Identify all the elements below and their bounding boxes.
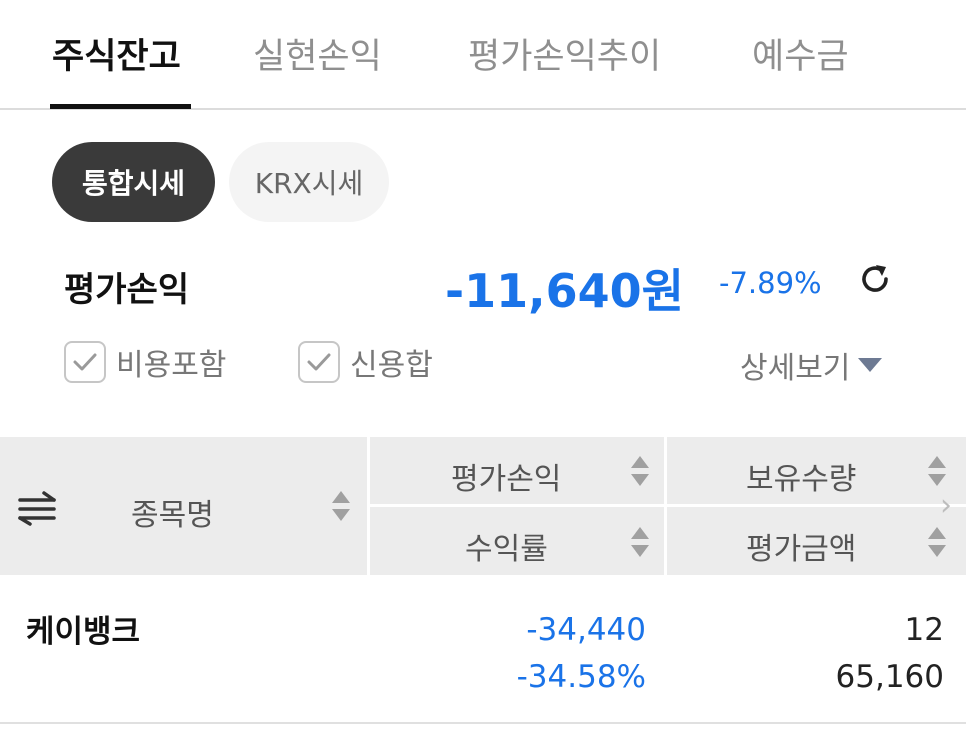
column-settings-icon[interactable]: [16, 490, 58, 526]
column-header-eval-amount[interactable]: 평가금액: [746, 524, 856, 568]
sort-icon[interactable]: [331, 489, 351, 523]
tab-bar: 주식잔고 실현손익 평가손익추이 예수금: [0, 0, 966, 110]
column-header-quantity[interactable]: 보유수량: [746, 454, 856, 498]
include-credit-checkbox[interactable]: 신용합: [298, 340, 433, 384]
row-quantity: 12: [904, 612, 944, 648]
tab-pnl-trend[interactable]: 평가손익추이: [468, 28, 661, 79]
caret-down-icon: [858, 358, 883, 372]
tab-stock-balance[interactable]: 주식잔고: [52, 28, 181, 79]
detail-view-label: 상세보기: [740, 351, 851, 386]
stock-balance-screen: 주식잔고 실현손익 평가손익추이 예수금 통합시세 KRX시세 평가손익 -11…: [0, 0, 966, 740]
table-header: 종목명 평가손익 보유수량 수익률 평가금액: [0, 437, 966, 575]
total-pnl-amount: -11,640원: [445, 264, 684, 318]
row-pnl: -34,440: [526, 612, 646, 648]
column-header-return-rate[interactable]: 수익률: [465, 524, 548, 568]
detail-view-toggle[interactable]: 상세보기: [740, 343, 883, 387]
sort-icon[interactable]: [927, 454, 947, 488]
include-credit-label: 신용합: [350, 348, 433, 383]
include-costs-label: 비용포함: [116, 348, 227, 383]
scroll-right-icon[interactable]: ›: [940, 488, 952, 523]
header-row-divider: [370, 504, 966, 507]
stock-name: 케이뱅크: [26, 614, 141, 650]
summary-label: 평가손익: [64, 270, 190, 310]
check-icon: [307, 353, 331, 371]
checkbox-box[interactable]: [64, 341, 106, 383]
sort-icon[interactable]: [630, 454, 650, 488]
row-eval-amount: 65,160: [835, 659, 944, 695]
tab-realized-pnl[interactable]: 실현손익: [253, 28, 382, 79]
column-header-pnl[interactable]: 평가손익: [451, 454, 561, 498]
column-header-name[interactable]: 종목명: [131, 490, 214, 534]
total-pnl-rate: -7.89%: [719, 266, 822, 300]
integrated-price-button[interactable]: 통합시세: [52, 142, 215, 222]
sort-icon[interactable]: [927, 525, 947, 559]
row-return-rate: -34.58%: [516, 659, 646, 695]
include-costs-checkbox[interactable]: 비용포함: [64, 340, 226, 384]
check-icon: [73, 353, 97, 371]
refresh-icon[interactable]: [856, 260, 894, 298]
row-divider: [0, 722, 966, 724]
tab-deposit[interactable]: 예수금: [752, 28, 849, 79]
sort-icon[interactable]: [630, 525, 650, 559]
krx-price-button[interactable]: KRX시세: [229, 142, 389, 222]
active-tab-indicator: [50, 104, 191, 109]
checkbox-box[interactable]: [298, 341, 340, 383]
